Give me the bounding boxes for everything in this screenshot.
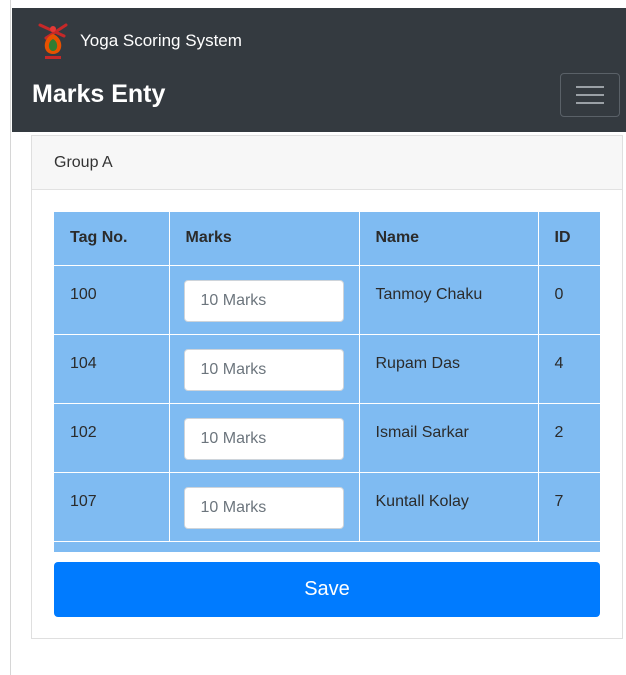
tag-cell: 107 xyxy=(54,472,170,542)
column-header-marks: Marks xyxy=(169,212,360,266)
marks-card: Group A Tag No. Marks Name ID 100 Tanmoy… xyxy=(31,135,623,639)
hamburger-menu-icon xyxy=(576,94,604,96)
marks-input[interactable] xyxy=(183,348,344,391)
id-cell: 7 xyxy=(538,472,600,542)
name-cell: Tanmoy Chaku xyxy=(359,265,539,335)
page-title: Marks Enty xyxy=(32,80,166,108)
marks-input[interactable] xyxy=(183,279,344,322)
table-row: 100 Tanmoy Chaku 0 xyxy=(54,265,600,335)
marks-input[interactable] xyxy=(183,417,344,460)
id-cell: 2 xyxy=(538,403,600,473)
hamburger-menu-icon xyxy=(576,86,604,88)
brand[interactable]: Yoga Scoring System xyxy=(36,22,242,60)
id-cell: 4 xyxy=(538,334,600,404)
id-cell: 0 xyxy=(538,265,600,335)
marks-cell xyxy=(169,403,360,473)
name-cell: Rupam Das xyxy=(359,334,539,404)
hamburger-menu-icon xyxy=(576,102,604,104)
tag-cell: 100 xyxy=(54,265,170,335)
column-header-id: ID xyxy=(538,212,600,266)
table-row: 102 Ismail Sarkar 2 xyxy=(54,403,600,473)
marks-cell xyxy=(169,334,360,404)
tag-cell: 104 xyxy=(54,334,170,404)
marks-table: Tag No. Marks Name ID 100 Tanmoy Chaku 0… xyxy=(54,212,600,542)
table-row: 107 Kuntall Kolay 7 xyxy=(54,472,600,542)
column-header-name: Name xyxy=(359,212,539,266)
group-header: Group A xyxy=(32,136,622,190)
table-row: 104 Rupam Das 4 xyxy=(54,334,600,404)
name-cell: Kuntall Kolay xyxy=(359,472,539,542)
name-cell: Ismail Sarkar xyxy=(359,403,539,473)
page-edge-divider xyxy=(10,0,11,675)
column-header-tag: Tag No. xyxy=(54,212,170,266)
marks-cell xyxy=(169,265,360,335)
marks-cell xyxy=(169,472,360,542)
tag-cell: 102 xyxy=(54,403,170,473)
brand-name: Yoga Scoring System xyxy=(80,31,242,50)
navbar-toggle-button[interactable] xyxy=(560,73,620,117)
marks-input[interactable] xyxy=(183,486,344,529)
yoga-figure-logo-icon xyxy=(38,23,68,59)
navbar: Yoga Scoring System Marks Enty xyxy=(12,8,626,132)
save-button[interactable]: Save xyxy=(54,562,600,617)
table-header-row: Tag No. Marks Name ID xyxy=(54,212,600,266)
marks-table-container: Tag No. Marks Name ID 100 Tanmoy Chaku 0… xyxy=(54,212,600,552)
